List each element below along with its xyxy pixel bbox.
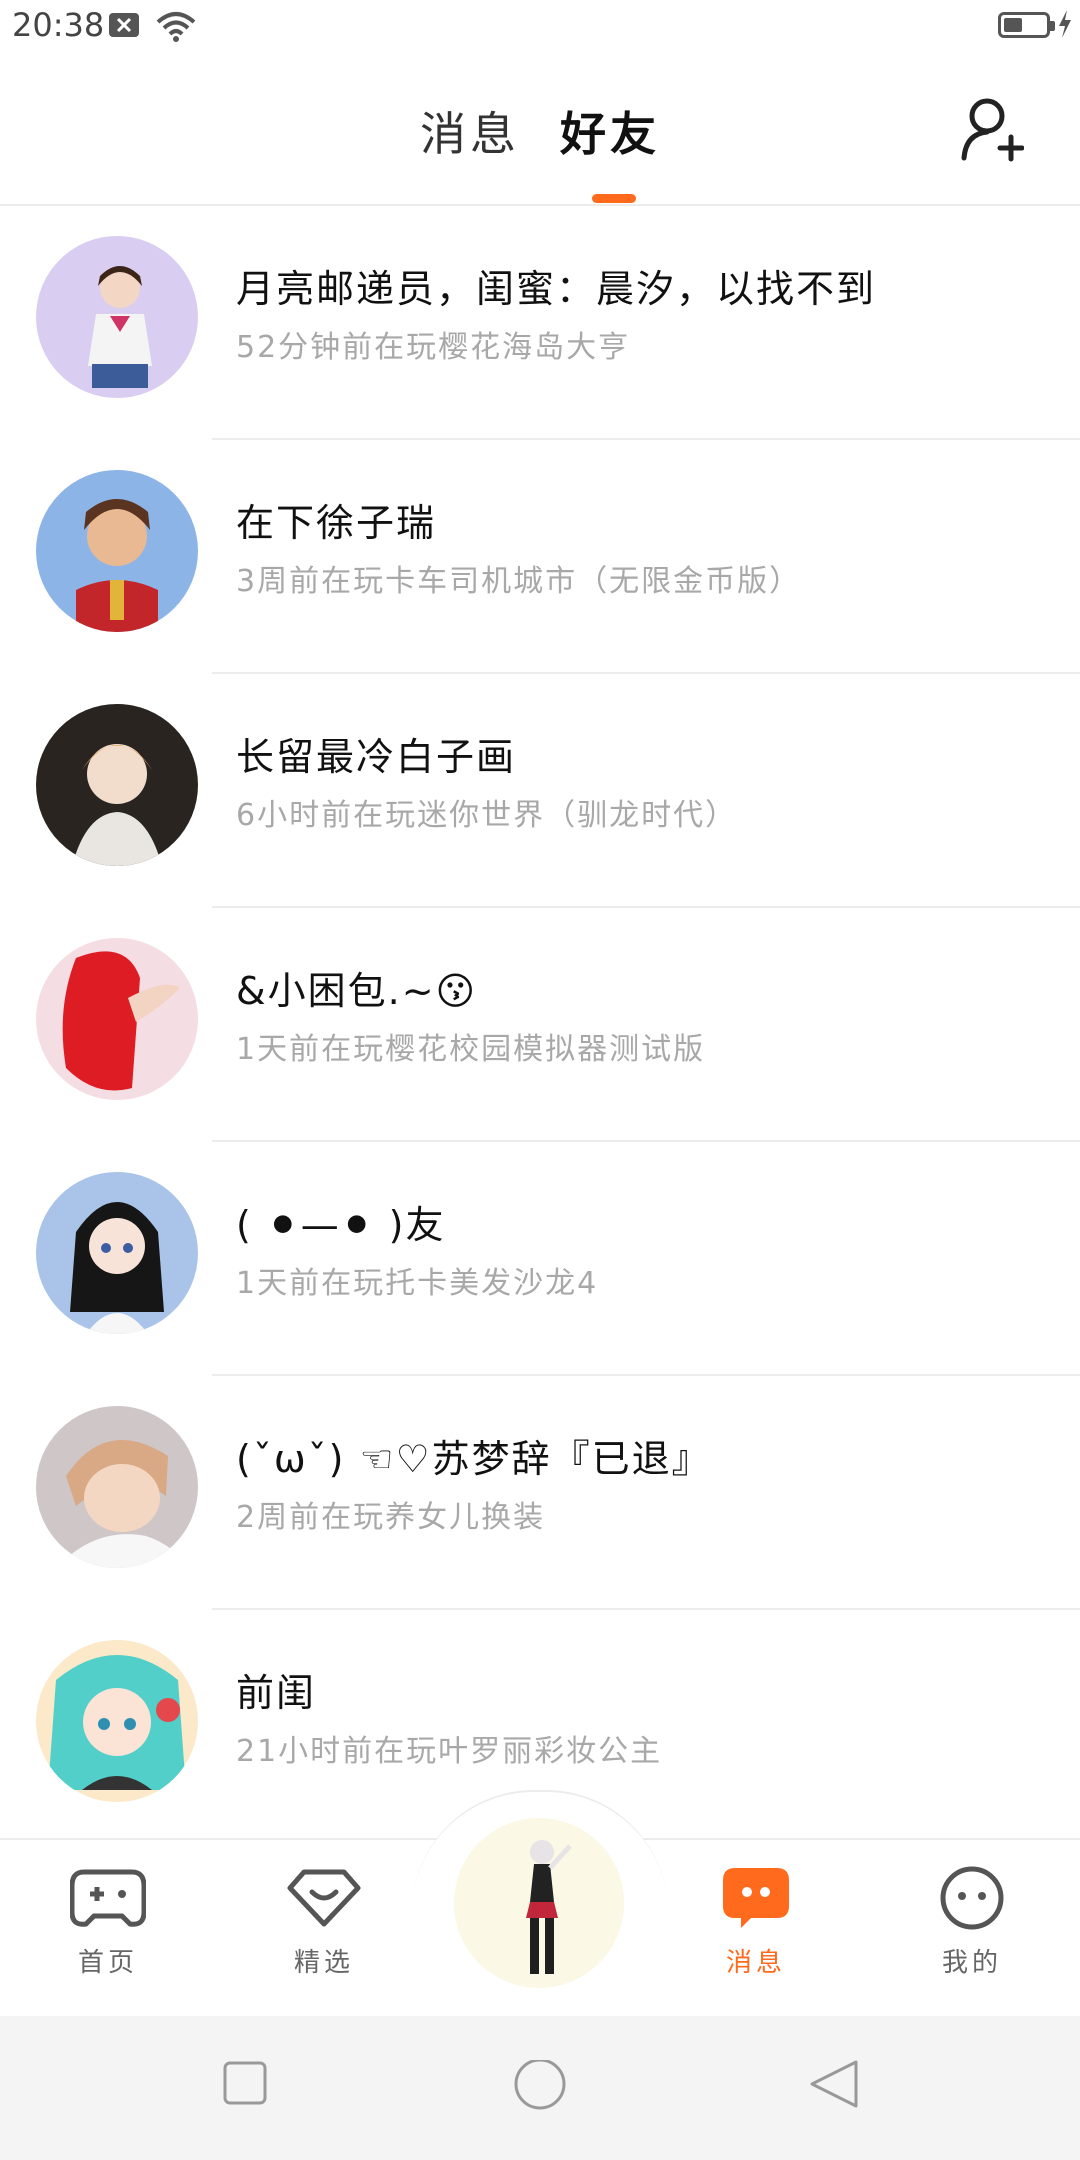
friend-name: 长留最冷白子画 — [236, 735, 517, 779]
face-icon — [940, 1866, 1004, 1930]
friend-status: 2周前在玩养女儿换装 — [236, 1500, 546, 1535]
friend-item[interactable]: &小困包.~😗 1天前在玩樱花校园模拟器测试版 — [0, 908, 1080, 1142]
friend-name: (ˇωˇ) ☜♡苏梦辞『已退』 — [236, 1437, 712, 1481]
avatar[interactable] — [36, 938, 198, 1100]
avatar[interactable] — [36, 1172, 198, 1334]
avatar[interactable] — [36, 704, 198, 866]
heart-diamond-icon — [287, 1869, 361, 1927]
back-icon[interactable] — [808, 2060, 860, 2112]
wifi-icon — [156, 12, 196, 42]
battery-icon — [998, 12, 1055, 38]
friend-item[interactable]: 长留最冷白子画 6小时前在玩迷你世界（驯龙时代） — [0, 674, 1080, 908]
friend-list: 月亮邮递员，闺蜜：晨汐，以找不到 52分钟前在玩樱花海岛大亨 在下徐子瑞 3周前… — [0, 206, 1080, 1844]
center-character-button[interactable] — [454, 1818, 624, 1988]
nav-home-label: 首页 — [77, 1948, 138, 1978]
recent-apps-icon[interactable] — [222, 2060, 268, 2106]
nav-featured-label: 精选 — [293, 1948, 354, 1978]
friend-status: 21小时前在玩叶罗丽彩妆公主 — [236, 1734, 663, 1769]
avatar[interactable] — [36, 236, 198, 398]
nav-featured[interactable]: 精选 — [254, 1866, 394, 1979]
friend-status: 1天前在玩樱花校园模拟器测试版 — [236, 1032, 706, 1067]
charging-icon — [1059, 10, 1071, 38]
friend-status: 3周前在玩卡车司机城市（无限金币版） — [236, 564, 802, 599]
friend-item[interactable]: 在下徐子瑞 3周前在玩卡车司机城市（无限金币版） — [0, 440, 1080, 674]
nav-me[interactable]: 我的 — [902, 1866, 1042, 1979]
top-header: 消息 好友 — [0, 58, 1080, 206]
friend-name: &小困包.~😗 — [236, 969, 478, 1013]
friend-status: 1天前在玩托卡美发沙龙4 — [236, 1266, 599, 1301]
tab-friends[interactable]: 好友 — [560, 98, 660, 164]
notification-x-icon — [109, 13, 139, 37]
avatar[interactable] — [36, 1640, 198, 1802]
active-tab-indicator — [592, 194, 636, 203]
friend-item[interactable]: ( ⚫—⚫ )友 1天前在玩托卡美发沙龙4 — [0, 1142, 1080, 1376]
avatar[interactable] — [36, 470, 198, 632]
nav-messages[interactable]: 消息 — [686, 1866, 826, 1979]
status-time: 20:38 — [12, 6, 105, 44]
character-icon — [454, 1818, 624, 1988]
add-friend-icon[interactable] — [960, 96, 1024, 164]
tab-messages[interactable]: 消息 — [420, 98, 520, 164]
friend-status: 52分钟前在玩樱花海岛大亨 — [236, 330, 631, 365]
chat-bubble-icon — [723, 1868, 789, 1928]
friend-item[interactable]: (ˇωˇ) ☜♡苏梦辞『已退』 2周前在玩养女儿换装 — [0, 1376, 1080, 1610]
friend-name: 前闺 — [236, 1671, 317, 1715]
nav-home[interactable]: 首页 — [38, 1866, 178, 1979]
friend-name: ( ⚫—⚫ )友 — [236, 1203, 446, 1247]
friend-name: 在下徐子瑞 — [236, 501, 437, 545]
system-nav-bar — [0, 2016, 1080, 2160]
avatar[interactable] — [36, 1406, 198, 1568]
home-icon[interactable] — [512, 2060, 568, 2116]
friend-item[interactable]: 月亮邮递员，闺蜜：晨汐，以找不到 52分钟前在玩樱花海岛大亨 — [0, 206, 1080, 440]
status-bar: 20:38 — [0, 0, 1080, 58]
friend-name: 月亮邮递员，闺蜜：晨汐，以找不到 — [236, 267, 877, 311]
friend-status: 6小时前在玩迷你世界（驯龙时代） — [236, 798, 738, 833]
nav-messages-label: 消息 — [725, 1948, 786, 1978]
gamepad-icon — [69, 1869, 147, 1927]
nav-me-label: 我的 — [941, 1948, 1002, 1978]
